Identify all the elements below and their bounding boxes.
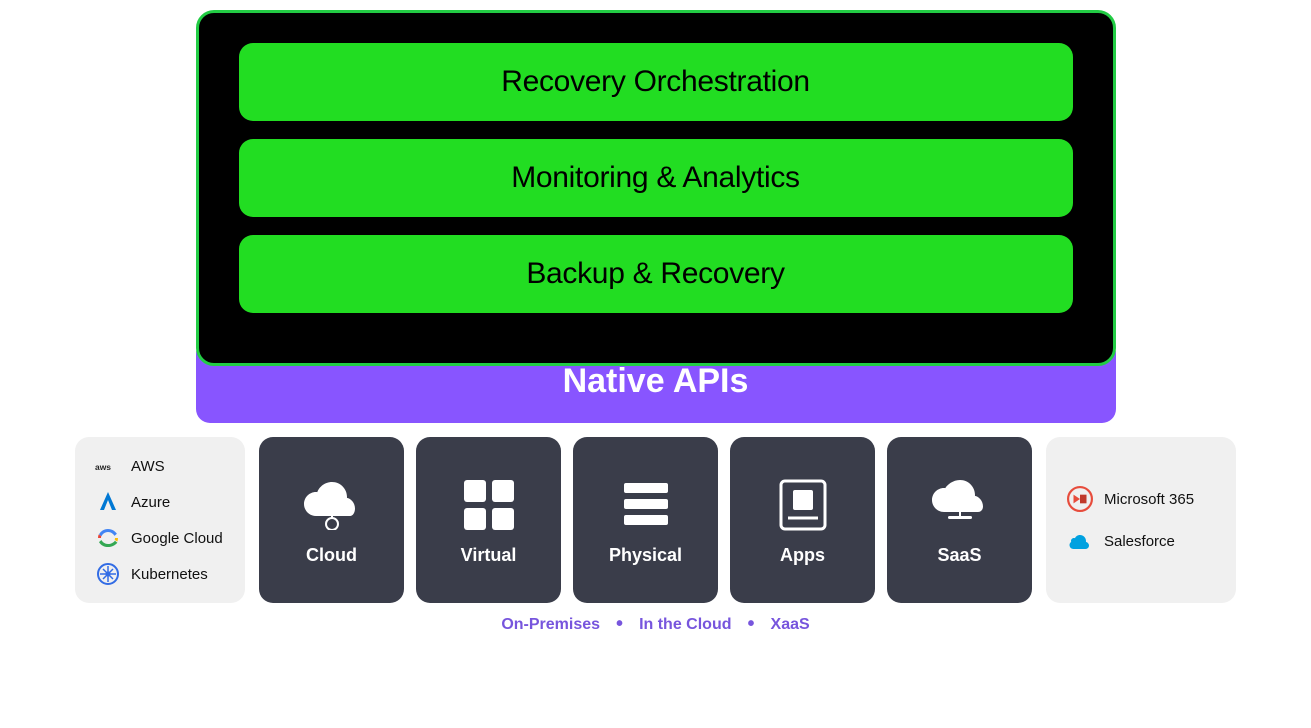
microsoft365-label: Microsoft 365 bbox=[1104, 491, 1194, 508]
footer-labels: On-Premises • In the Cloud • XaaS bbox=[501, 613, 809, 636]
footer-on-premises: On-Premises bbox=[501, 616, 600, 634]
footer-dot-1: • bbox=[616, 613, 623, 636]
svg-text:aws: aws bbox=[95, 462, 111, 472]
azure-label: Azure bbox=[131, 494, 170, 511]
google-cloud-label: Google Cloud bbox=[131, 530, 223, 547]
cloud-label: Cloud bbox=[306, 545, 357, 566]
architecture-box: Recovery Orchestration Monitoring & Anal… bbox=[196, 10, 1116, 366]
saas-card: SaaS bbox=[887, 437, 1032, 603]
platform-cards: Cloud Virtual bbox=[259, 437, 1032, 603]
aws-item: aws AWS bbox=[95, 453, 225, 479]
azure-icon bbox=[95, 489, 121, 515]
cloud-card: Cloud bbox=[259, 437, 404, 603]
backup-recovery-pill: Backup & Recovery bbox=[239, 235, 1073, 313]
physical-label: Physical bbox=[609, 545, 682, 566]
azure-item: Azure bbox=[95, 489, 225, 515]
saas-label: SaaS bbox=[937, 545, 981, 566]
microsoft365-icon bbox=[1066, 485, 1094, 513]
google-cloud-icon bbox=[95, 525, 121, 551]
virtual-card: Virtual bbox=[416, 437, 561, 603]
salesforce-label: Salesforce bbox=[1104, 533, 1175, 550]
platforms-row: aws AWS Azure bbox=[20, 437, 1291, 603]
recovery-orchestration-pill: Recovery Orchestration bbox=[239, 43, 1073, 121]
footer-in-the-cloud: In the Cloud bbox=[639, 616, 731, 634]
main-container: Recovery Orchestration Monitoring & Anal… bbox=[20, 10, 1291, 636]
cloud-icon bbox=[302, 475, 362, 535]
salesforce-icon bbox=[1066, 527, 1094, 555]
kubernetes-icon bbox=[95, 561, 121, 587]
salesforce-item: Salesforce bbox=[1066, 527, 1216, 555]
google-cloud-item: Google Cloud bbox=[95, 525, 225, 551]
physical-icon bbox=[616, 475, 676, 535]
saas-apps-sidebar: Microsoft 365 Salesforce bbox=[1046, 437, 1236, 603]
kubernetes-item: Kubernetes bbox=[95, 561, 225, 587]
footer-xaas: XaaS bbox=[771, 616, 810, 634]
monitoring-analytics-pill: Monitoring & Analytics bbox=[239, 139, 1073, 217]
cloud-providers-sidebar: aws AWS Azure bbox=[75, 437, 245, 603]
apps-label: Apps bbox=[780, 545, 825, 566]
saas-icon bbox=[930, 475, 990, 535]
virtual-label: Virtual bbox=[461, 545, 517, 566]
physical-card: Physical bbox=[573, 437, 718, 603]
kubernetes-label: Kubernetes bbox=[131, 566, 208, 583]
bottom-section: aws AWS Azure bbox=[20, 437, 1291, 636]
microsoft365-item: Microsoft 365 bbox=[1066, 485, 1216, 513]
virtual-icon bbox=[459, 475, 519, 535]
footer-dot-2: • bbox=[748, 613, 755, 636]
aws-label: AWS bbox=[131, 458, 165, 475]
aws-icon: aws bbox=[95, 453, 121, 479]
native-apis-label: Native APIs bbox=[563, 362, 749, 401]
apps-icon bbox=[773, 475, 833, 535]
apps-card: Apps bbox=[730, 437, 875, 603]
